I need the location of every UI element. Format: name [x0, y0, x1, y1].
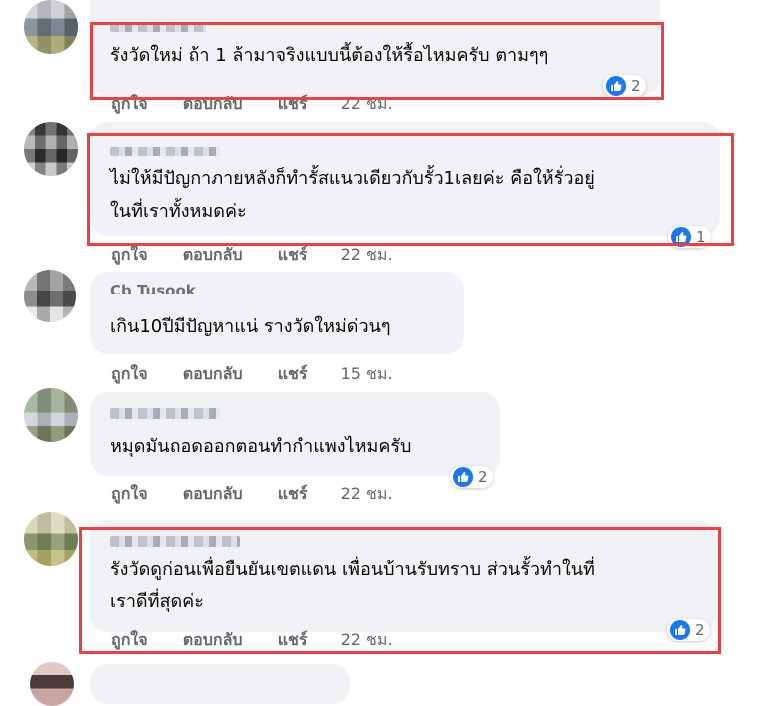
highlight-box	[87, 133, 734, 246]
commenter-avatar[interactable]	[24, 512, 78, 566]
commenter-avatar[interactable]	[30, 662, 74, 706]
commenter-name-blurred[interactable]	[110, 408, 220, 419]
commenter-name[interactable]: Cb Tusook	[110, 281, 196, 294]
comment-text: เกิน10ปีมีปัญหาแน่ รางวัดใหม่ด่วนๆ	[110, 316, 391, 337]
reply-link[interactable]: ตอบกลับ	[183, 243, 243, 268]
share-link[interactable]: แชร์	[278, 482, 308, 507]
reply-link[interactable]: ตอบกลับ	[183, 362, 243, 387]
commenter-avatar[interactable]	[24, 270, 76, 322]
comment-actions: ถูกใจ ตอบกลับ แชร์ 22 ชม.	[111, 243, 393, 268]
commenter-avatar[interactable]	[24, 0, 78, 54]
commenter-avatar[interactable]	[24, 122, 78, 176]
comment-actions: ถูกใจ ตอบกลับ แชร์ 15 ชม.	[111, 362, 393, 387]
reaction-count[interactable]: 2	[450, 466, 493, 488]
comment-actions: ถูกใจ ตอบกลับ แชร์ 22 ชม.	[111, 482, 393, 507]
comment-timestamp[interactable]: 22 ชม.	[341, 243, 393, 268]
highlight-box	[79, 527, 721, 654]
like-link[interactable]: ถูกใจ	[111, 362, 148, 387]
highlight-box	[90, 22, 664, 100]
commenter-avatar[interactable]	[24, 388, 78, 442]
like-link[interactable]: ถูกใจ	[111, 482, 148, 507]
comment-timestamp[interactable]: 22 ชม.	[341, 482, 393, 507]
comment-text: หมุดมันถอดออกตอนทำกำแพงไหมครับ	[110, 436, 412, 457]
like-link[interactable]: ถูกใจ	[111, 243, 148, 268]
reaction-count-number: 2	[478, 468, 488, 486]
like-thumbs-up-icon	[453, 467, 473, 487]
share-link[interactable]: แชร์	[278, 362, 308, 387]
comment-bubble	[90, 664, 350, 704]
comment-timestamp[interactable]: 15 ชม.	[341, 362, 393, 387]
share-link[interactable]: แชร์	[278, 243, 308, 268]
reply-link[interactable]: ตอบกลับ	[183, 482, 243, 507]
